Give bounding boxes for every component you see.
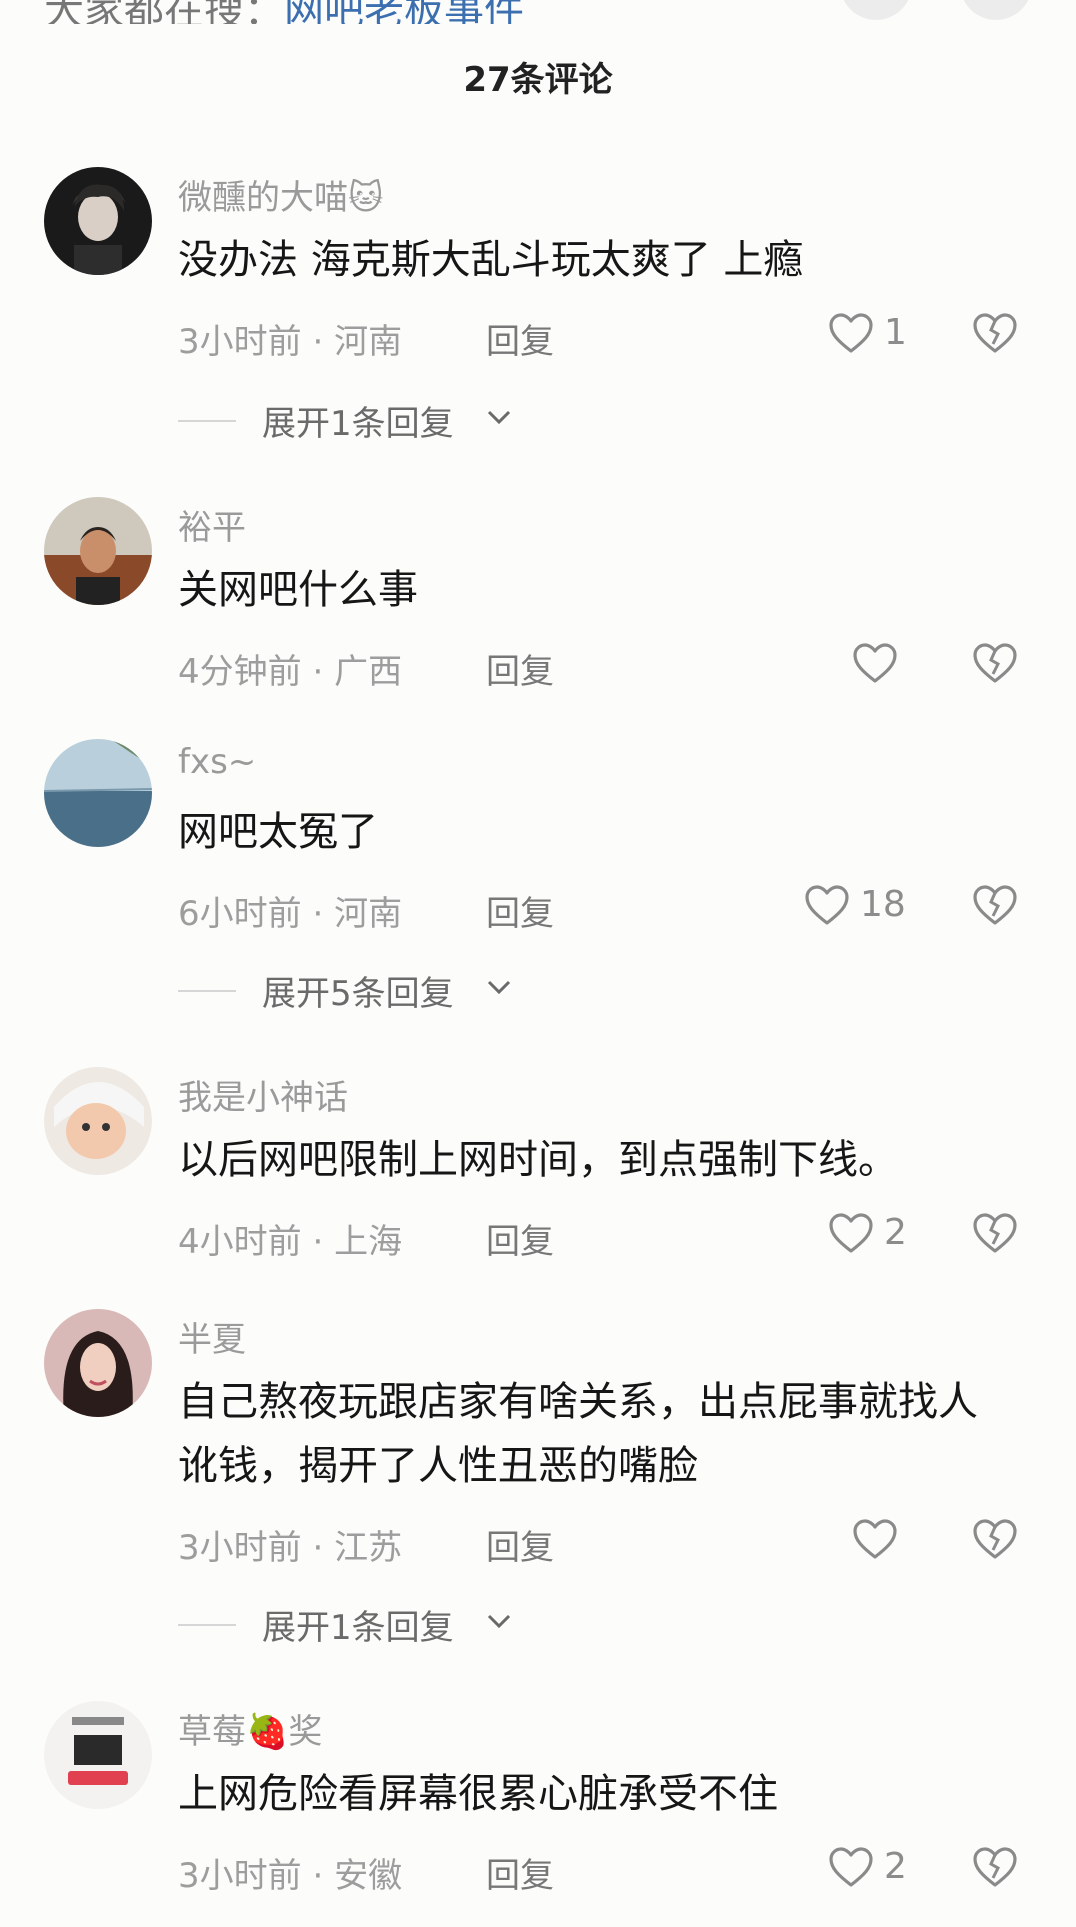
reply-button[interactable]: 回复 — [486, 886, 554, 935]
comment-meta: 6小时前 · 河南 — [178, 894, 403, 934]
heart-outline-icon — [829, 1847, 873, 1887]
broken-heart-icon — [973, 313, 1017, 353]
top-button-2[interactable] — [960, 0, 1032, 20]
comment-username[interactable]: 微醺的大喵🐱 — [178, 170, 383, 219]
like-button[interactable]: 2 — [800, 1206, 930, 1262]
comment-text: 关网吧什么事 — [178, 567, 418, 613]
avatar[interactable] — [44, 167, 152, 275]
reply-button[interactable]: 回复 — [486, 644, 554, 693]
comment-username[interactable]: 草莓🍓奖 — [178, 1704, 322, 1753]
chevron-down-icon — [487, 410, 511, 425]
top-button-1[interactable] — [840, 0, 912, 20]
comment-meta: 4小时前 · 上海 — [178, 1222, 403, 1262]
reply-button[interactable]: 回复 — [486, 314, 554, 363]
broken-heart-icon — [973, 643, 1017, 683]
broken-heart-icon — [973, 1213, 1017, 1253]
avatar[interactable] — [44, 1067, 152, 1175]
comment-text: 自己熬夜玩跟店家有啥关系，出点屁事就找人讹钱，揭开了人性丑恶的嘴脸 — [178, 1379, 978, 1489]
expand-label: 展开1条回复 — [262, 1608, 454, 1648]
heart-outline-icon — [805, 885, 849, 925]
divider-line — [178, 1624, 236, 1626]
like-button[interactable]: 1 — [800, 306, 930, 362]
dislike-button[interactable] — [968, 306, 1026, 362]
comment-text: 网吧太冤了 — [178, 809, 378, 855]
comment-text: 上网危险看屏幕很累心脏承受不住 — [178, 1771, 778, 1817]
like-count: 2 — [884, 1212, 907, 1253]
expand-replies[interactable]: 展开5条回复 — [178, 966, 538, 1016]
heart-outline-icon — [829, 313, 873, 353]
avatar[interactable] — [44, 1701, 152, 1809]
heart-outline-icon — [829, 1213, 873, 1253]
comment-meta: 3小时前 · 江苏 — [178, 1528, 403, 1568]
comment-meta: 4分钟前 · 广西 — [178, 652, 403, 692]
like-count: 18 — [860, 884, 906, 925]
like-count: 2 — [884, 1846, 907, 1887]
chevron-down-icon — [487, 1614, 511, 1629]
dislike-button[interactable] — [968, 878, 1026, 934]
expand-replies[interactable]: 展开1条回复 — [178, 1600, 538, 1650]
heart-outline-icon — [853, 643, 897, 683]
like-button[interactable]: 2 — [800, 1840, 930, 1896]
avatar[interactable] — [44, 497, 152, 605]
dislike-button[interactable] — [968, 1206, 1026, 1262]
divider-line — [178, 990, 236, 992]
comment-count: 27条评论 — [463, 60, 613, 100]
like-count: 1 — [884, 312, 907, 353]
expand-label: 展开1条回复 — [262, 404, 454, 444]
strawberry-emoji-icon: 🍓 — [246, 1712, 289, 1752]
like-button[interactable]: 18 — [800, 878, 930, 934]
broken-heart-icon — [973, 885, 1017, 925]
broken-heart-icon — [973, 1847, 1017, 1887]
search-suggestion[interactable]: 大家都在搜：网吧老板事件 — [44, 0, 524, 24]
comment-item: 草莓🍓奖 上网危险看屏幕很累心脏承受不住 3小时前 · 安徽 回复 2 — [0, 0, 1076, 1896]
comment-meta: 3小时前 · 安徽 — [178, 1856, 403, 1896]
comment-username[interactable]: fxs~ — [178, 742, 256, 782]
comment-text: 没办法 海克斯大乱斗玩太爽了 上瘾 — [178, 237, 804, 283]
comment-username[interactable]: 我是小神话 — [178, 1070, 348, 1119]
like-button[interactable] — [800, 1512, 930, 1568]
comment-username[interactable]: 裕平 — [178, 500, 246, 549]
reply-button[interactable]: 回复 — [486, 1214, 554, 1263]
divider-line — [178, 420, 236, 422]
search-link[interactable]: 网吧老板事件 — [284, 0, 524, 24]
reply-button[interactable]: 回复 — [486, 1848, 554, 1897]
reply-button[interactable]: 回复 — [486, 1520, 554, 1569]
dislike-button[interactable] — [968, 636, 1026, 692]
expand-label: 展开5条回复 — [262, 974, 454, 1014]
avatar[interactable] — [44, 1309, 152, 1417]
expand-replies[interactable]: 展开1条回复 — [178, 396, 538, 446]
chevron-down-icon — [487, 980, 511, 995]
avatar[interactable] — [44, 739, 152, 847]
heart-outline-icon — [853, 1519, 897, 1559]
dislike-button[interactable] — [968, 1512, 1026, 1568]
comment-username[interactable]: 半夏 — [178, 1312, 246, 1361]
like-button[interactable] — [800, 636, 930, 692]
comment-meta: 3小时前 · 河南 — [178, 322, 403, 362]
search-prefix: 大家都在搜： — [44, 0, 284, 24]
dislike-button[interactable] — [968, 1840, 1026, 1896]
broken-heart-icon — [973, 1519, 1017, 1559]
top-search-strip[interactable]: 大家都在搜：网吧老板事件 — [0, 0, 1076, 24]
cat-emoji-icon: 🐱 — [348, 178, 384, 218]
comment-text: 以后网吧限制上网时间，到点强制下线。 — [178, 1137, 898, 1183]
